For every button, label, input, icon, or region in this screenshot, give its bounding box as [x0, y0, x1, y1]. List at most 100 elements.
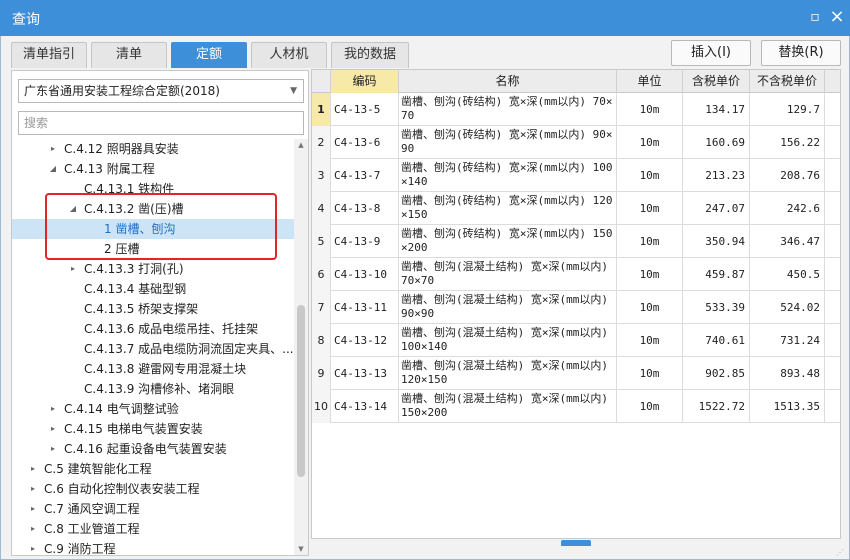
- row-price-tax: 740.61: [683, 324, 750, 357]
- tree-item-label: C.4.13.5 桥架支撑架: [84, 302, 199, 316]
- close-icon[interactable]: ×: [826, 6, 848, 28]
- tab-my-data[interactable]: 我的数据: [331, 42, 409, 68]
- table-row[interactable]: 7 C4-13-11 凿槽、刨沟(混凝土结构) 宽×深(mm以内) 90×90 10m…: [312, 291, 840, 324]
- splitter-handle[interactable]: [561, 540, 591, 546]
- grid-header: 编码 名称 单位 含税单价 不含税单价: [312, 70, 840, 93]
- expand-toggle-icon[interactable]: ◢: [47, 159, 59, 179]
- row-index: 5: [312, 225, 331, 258]
- library-select-value: 广东省通用安装工程综合定额(2018): [24, 84, 220, 98]
- tree-item[interactable]: ▸ C.4.16 起重设备电气装置安装: [12, 439, 294, 459]
- tree-item-label: C.4.13.7 成品电缆防洞流固定夹具、...: [84, 342, 294, 356]
- row-price-notax: 208.76: [750, 159, 825, 192]
- replace-button[interactable]: 替换(R): [761, 40, 841, 66]
- search-input[interactable]: 搜索: [18, 111, 304, 135]
- table-row[interactable]: 6 C4-13-10 凿槽、刨沟(混凝土结构) 宽×深(mm以内) 70×70 10m…: [312, 258, 840, 291]
- title-bar: 查询 ▫ ×: [0, 0, 850, 36]
- header-index: [312, 70, 331, 93]
- tree-item[interactable]: ▸ C.5 建筑智能化工程: [12, 459, 294, 479]
- tree-item[interactable]: ▸ C.9 消防工程: [12, 539, 294, 555]
- library-select[interactable]: 广东省通用安装工程综合定额(2018) ▼: [18, 79, 304, 103]
- tree-item[interactable]: C.4.13.4 基础型钢: [12, 279, 294, 299]
- row-price-tax: 902.85: [683, 357, 750, 390]
- tree-item[interactable]: 1 凿槽、刨沟: [12, 219, 294, 239]
- expand-toggle-icon[interactable]: ▸: [47, 139, 59, 159]
- row-unit: 10m: [617, 324, 683, 357]
- tree-item[interactable]: ▸ C.8 工业管道工程: [12, 519, 294, 539]
- expand-toggle-icon[interactable]: ▸: [47, 439, 59, 459]
- row-price-notax: 129.7: [750, 93, 825, 126]
- table-row[interactable]: 1 C4-13-5 凿槽、刨沟(砖结构) 宽×深(mm以内) 70×70 10m 134…: [312, 93, 840, 126]
- table-row[interactable]: 2 C4-13-6 凿槽、刨沟(砖结构) 宽×深(mm以内) 90×90 10m 160…: [312, 126, 840, 159]
- expand-toggle-icon[interactable]: ▸: [67, 259, 79, 279]
- insert-button[interactable]: 插入(I): [671, 40, 751, 66]
- row-unit: 10m: [617, 93, 683, 126]
- expand-toggle-icon[interactable]: ▸: [27, 459, 39, 479]
- table-row[interactable]: 8 C4-13-12 凿槽、刨沟(混凝土结构) 宽×深(mm以内) 100×140 1…: [312, 324, 840, 357]
- row-name: 凿槽、刨沟(混凝土结构) 宽×深(mm以内) 120×150: [399, 357, 617, 390]
- tree-item[interactable]: ▸ C.4.15 电梯电气装置安装: [12, 419, 294, 439]
- row-index: 8: [312, 324, 331, 357]
- tree-item-label: C.6 自动化控制仪表安装工程: [44, 482, 200, 496]
- tree-item[interactable]: C.4.13.7 成品电缆防洞流固定夹具、...: [12, 339, 294, 359]
- tree-item-label: C.9 消防工程: [44, 542, 116, 555]
- row-price-tax: 213.23: [683, 159, 750, 192]
- table-row[interactable]: 10 C4-13-14 凿槽、刨沟(混凝土结构) 宽×深(mm以内) 150×200…: [312, 390, 840, 423]
- tree-item[interactable]: C.4.13.5 桥架支撑架: [12, 299, 294, 319]
- expand-toggle-icon[interactable]: ▸: [27, 519, 39, 539]
- row-index: 1: [312, 93, 331, 126]
- row-index: 6: [312, 258, 331, 291]
- tree-item-label: C.4.13.8 避雷网专用混凝土块: [84, 362, 247, 376]
- table-row[interactable]: 3 C4-13-7 凿槽、刨沟(砖结构) 宽×深(mm以内) 100×140 10m 2…: [312, 159, 840, 192]
- row-unit: 10m: [617, 225, 683, 258]
- category-tree: ▸ C.4.12 照明器具安装 ◢ C.4.13 附属工程 C.4.13.1 铁构件 ◢ C…: [12, 139, 294, 555]
- tree-item[interactable]: ▸ C.7 通风空调工程: [12, 499, 294, 519]
- tree-item-label: C.4.13.9 沟槽修补、堵洞眼: [84, 382, 235, 396]
- tree-item-label: C.4.13.4 基础型钢: [84, 282, 187, 296]
- tree-item[interactable]: ▸ C.4.13.3 打洞(孔): [12, 259, 294, 279]
- row-index: 4: [312, 192, 331, 225]
- table-row[interactable]: 9 C4-13-13 凿槽、刨沟(混凝土结构) 宽×深(mm以内) 120×150 1…: [312, 357, 840, 390]
- table-row[interactable]: 5 C4-13-9 凿槽、刨沟(砖结构) 宽×深(mm以内) 150×200 10m 3…: [312, 225, 840, 258]
- tree-item[interactable]: ◢ C.4.13 附属工程: [12, 159, 294, 179]
- tab-labor-material-machine[interactable]: 人材机: [251, 42, 327, 68]
- expand-toggle-icon[interactable]: ▸: [27, 499, 39, 519]
- tree-item[interactable]: ▸ C.4.12 照明器具安装: [12, 139, 294, 159]
- tree-item[interactable]: C.4.13.9 沟槽修补、堵洞眼: [12, 379, 294, 399]
- header-price-notax[interactable]: 不含税单价: [750, 70, 825, 93]
- tab-bill[interactable]: 清单: [91, 42, 167, 68]
- expand-toggle-icon[interactable]: ◢: [67, 199, 79, 219]
- scroll-up-icon[interactable]: ▲: [294, 139, 308, 151]
- row-index: 10: [312, 390, 331, 423]
- row-unit: 10m: [617, 159, 683, 192]
- tab-quota[interactable]: 定额: [171, 42, 247, 68]
- row-unit: 10m: [617, 126, 683, 159]
- expand-toggle-icon[interactable]: ▸: [27, 479, 39, 499]
- row-price-notax: 156.22: [750, 126, 825, 159]
- row-price-tax: 134.17: [683, 93, 750, 126]
- row-name: 凿槽、刨沟(砖结构) 宽×深(mm以内) 150×200: [399, 225, 617, 258]
- tree-item[interactable]: C.4.13.1 铁构件: [12, 179, 294, 199]
- tree-item[interactable]: ▸ C.4.14 电气调整试验: [12, 399, 294, 419]
- minimize-icon[interactable]: ▫: [804, 6, 826, 28]
- chevron-down-icon: ▼: [290, 86, 297, 96]
- table-row[interactable]: 4 C4-13-8 凿槽、刨沟(砖结构) 宽×深(mm以内) 120×150 10m 2…: [312, 192, 840, 225]
- tree-item[interactable]: ▸ C.6 自动化控制仪表安装工程: [12, 479, 294, 499]
- tab-bill-guide[interactable]: 清单指引: [11, 42, 87, 68]
- resize-grip-icon[interactable]: ⋰: [836, 548, 844, 557]
- row-name: 凿槽、刨沟(混凝土结构) 宽×深(mm以内) 90×90: [399, 291, 617, 324]
- tree-item[interactable]: 2 压槽: [12, 239, 294, 259]
- scrollbar-thumb[interactable]: [297, 305, 305, 477]
- header-price-tax[interactable]: 含税单价: [683, 70, 750, 93]
- expand-toggle-icon[interactable]: ▸: [47, 399, 59, 419]
- expand-toggle-icon[interactable]: ▸: [47, 419, 59, 439]
- header-name[interactable]: 名称: [399, 70, 617, 93]
- header-code[interactable]: 编码: [331, 70, 399, 93]
- tree-item[interactable]: C.4.13.6 成品电缆吊挂、托挂架: [12, 319, 294, 339]
- scroll-down-icon[interactable]: ▼: [294, 543, 308, 555]
- header-unit[interactable]: 单位: [617, 70, 683, 93]
- tree-item-label: C.4.14 电气调整试验: [64, 402, 179, 416]
- expand-toggle-icon[interactable]: ▸: [27, 539, 39, 555]
- tree-scrollbar[interactable]: ▲ ▼: [294, 139, 308, 555]
- tree-item[interactable]: ◢ C.4.13.2 凿(压)槽: [12, 199, 294, 219]
- tree-item[interactable]: C.4.13.8 避雷网专用混凝土块: [12, 359, 294, 379]
